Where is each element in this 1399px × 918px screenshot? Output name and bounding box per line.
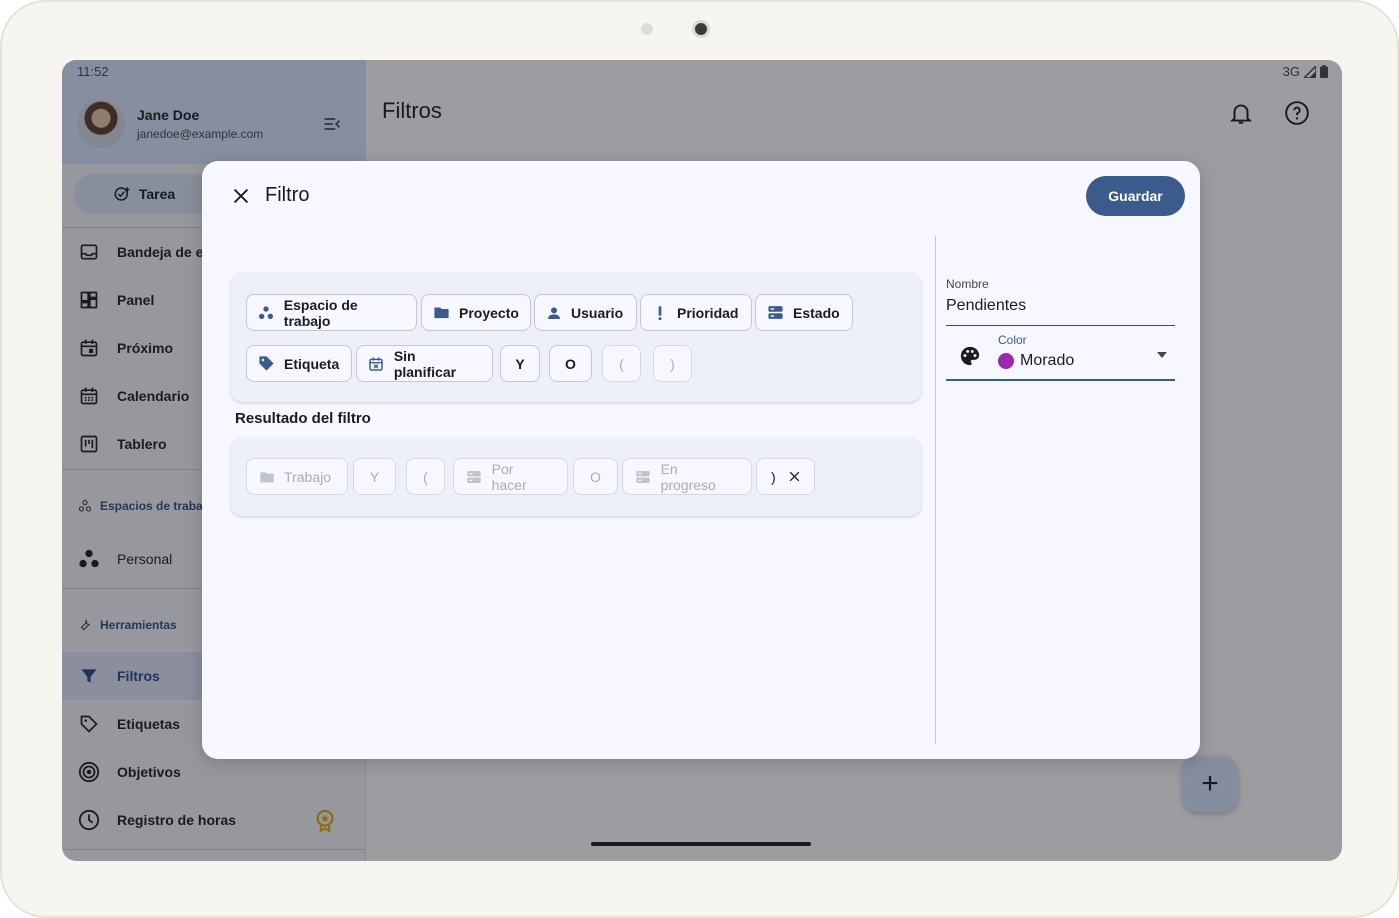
chip-label: ( (423, 468, 428, 485)
color-field-value: Morado (998, 352, 1074, 370)
result-chip-work[interactable]: Trabajo (246, 458, 348, 495)
chip-close-paren[interactable]: ) (653, 345, 692, 382)
chip-label: Sin planificar (393, 347, 457, 380)
chip-tag[interactable]: Etiqueta (246, 345, 352, 382)
color-value-text: Morado (1020, 352, 1075, 369)
color-swatch (998, 353, 1014, 369)
status-icon (634, 468, 652, 486)
result-chip-todo[interactable]: Por hacer (453, 458, 568, 495)
result-label: Resultado del filtro (235, 410, 371, 427)
chip-label: Y (515, 355, 525, 372)
chip-label: ) (771, 468, 776, 485)
chip-label: Prioridad (677, 304, 739, 321)
close-icon[interactable] (230, 185, 252, 207)
calendar-icon (368, 355, 385, 373)
chip-unscheduled[interactable]: Sin planificar (356, 345, 493, 382)
chip-label: Trabajo (284, 468, 331, 485)
folder-icon (258, 468, 275, 486)
chip-open-paren[interactable]: ( (602, 345, 641, 382)
name-field[interactable]: Pendientes (946, 297, 1026, 315)
result-chip-in-progress[interactable]: En progreso (622, 458, 752, 495)
chip-label: En progreso (660, 460, 716, 493)
filter-palette-card: Espacio de trabajo Proyecto Usuario Prio… (231, 273, 921, 402)
name-field-underline (946, 325, 1175, 326)
tag-icon (258, 355, 275, 373)
result-chip-open-paren[interactable]: ( (406, 458, 445, 495)
chip-label: Usuario (571, 304, 624, 321)
chip-label: O (565, 355, 576, 372)
remove-icon[interactable] (788, 470, 801, 483)
sensor-dot (641, 23, 653, 35)
chip-label: ( (619, 355, 624, 372)
chip-status[interactable]: Estado (755, 294, 853, 331)
chip-label: Proyecto (459, 304, 519, 321)
priority-icon (652, 304, 668, 322)
result-chip-close-paren[interactable]: ) (756, 458, 815, 495)
chip-label: O (590, 468, 601, 485)
person-icon (546, 304, 562, 322)
chip-or[interactable]: O (549, 345, 592, 382)
chip-label: Por hacer (491, 460, 527, 493)
chevron-down-icon (1157, 352, 1167, 358)
chip-label: ) (670, 355, 675, 372)
workspace-icon (258, 304, 275, 322)
dialog-title: Filtro (265, 184, 310, 206)
tablet-frame: Jane Doe janedoe@example.com Tarea Bande… (0, 0, 1399, 918)
camera-lens (692, 20, 710, 38)
chip-user[interactable]: Usuario (534, 294, 637, 331)
result-chip-and[interactable]: Y (353, 458, 396, 495)
chip-label: Etiqueta (284, 355, 340, 372)
color-field-label: Color (998, 333, 1027, 347)
filter-dialog: Filtro Guardar Espacio de trabajo Proyec… (202, 161, 1200, 759)
save-button[interactable]: Guardar (1086, 176, 1185, 216)
color-select[interactable]: Color Morado (946, 329, 1175, 381)
chip-and[interactable]: Y (500, 345, 540, 382)
result-chip-or[interactable]: O (573, 458, 618, 495)
chip-project[interactable]: Proyecto (421, 294, 531, 331)
filter-result-card: Trabajo Y ( Por hacer O En progreso ) (231, 438, 921, 516)
chip-priority[interactable]: Prioridad (640, 294, 752, 331)
palette-icon (960, 346, 980, 366)
chip-label: Espacio de trabajo (283, 296, 358, 329)
status-icon (767, 304, 784, 322)
folder-icon (433, 304, 450, 322)
vertical-divider (935, 236, 936, 744)
name-field-label: Nombre (946, 277, 989, 291)
chip-label: Y (369, 468, 380, 485)
chip-workspace[interactable]: Espacio de trabajo (246, 294, 417, 331)
status-icon (465, 468, 483, 486)
chip-label: Estado (793, 304, 840, 321)
